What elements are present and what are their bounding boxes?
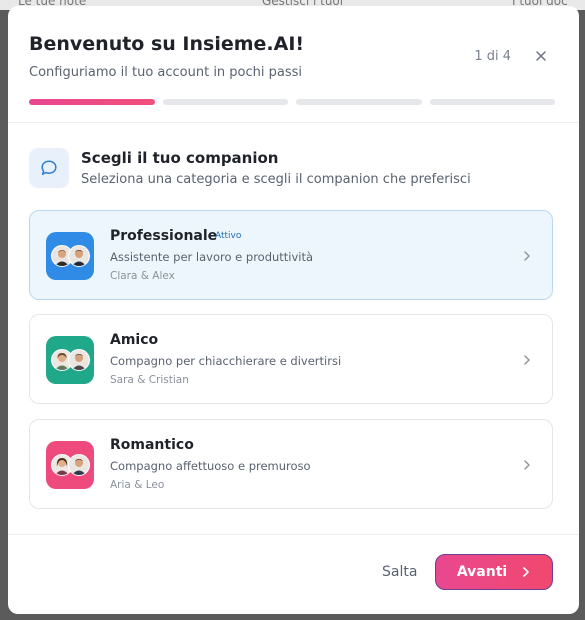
progress-step: [429, 99, 555, 105]
progress-step: [296, 99, 422, 105]
close-icon: [536, 51, 546, 61]
progress-bar: [29, 99, 555, 105]
category-name: Professionale: [110, 228, 218, 244]
progress-step: [29, 99, 155, 105]
onboarding-dialog: Benvenuto su Insieme.AI! Configuriamo il…: [8, 6, 579, 614]
companion-names: Sara & Cristian: [110, 374, 189, 386]
avatar: [68, 349, 90, 371]
category-name: Amico: [110, 332, 159, 348]
progress-step: [162, 99, 288, 105]
category-name: Romantico: [110, 437, 194, 453]
avatar-tile: [46, 336, 94, 384]
category-description: Compagno per chiacchierare e divertirsi: [110, 354, 342, 368]
companion-names: Clara & Alex: [110, 270, 175, 282]
section-icon: [29, 148, 69, 188]
dialog-header: Benvenuto su Insieme.AI! Configuriamo il…: [8, 6, 579, 123]
dialog-subtitle: Configuriamo il tuo account in pochi pas…: [29, 65, 303, 80]
chevron-right-icon: [523, 567, 529, 577]
avatar-tile: [46, 232, 94, 280]
category-card-amico[interactable]: Amico Compagno per chiacchierare e diver…: [29, 314, 553, 404]
chat-bubble-icon: [41, 160, 57, 175]
close-button[interactable]: [533, 48, 549, 64]
avatar: [68, 454, 90, 476]
category-card-romantico[interactable]: Romantico Compagno affettuoso e premuros…: [29, 419, 553, 509]
chevron-right-icon: [524, 355, 530, 365]
chevron-right-icon: [524, 460, 530, 470]
skip-button[interactable]: Salta: [376, 563, 423, 581]
section-header: Scegli il tuo companion Seleziona una ca…: [29, 148, 559, 190]
avatar-pair: [51, 245, 90, 267]
category-description: Compagno affettuoso e premuroso: [110, 459, 311, 473]
next-button[interactable]: Avanti: [435, 554, 553, 590]
next-button-label: Avanti: [456, 564, 508, 580]
avatar-tile: [46, 441, 94, 489]
status-badge: Attivo: [215, 231, 242, 241]
section-title: Scegli il tuo companion: [81, 149, 279, 167]
avatar-pair: [51, 349, 90, 371]
section-subtitle: Seleziona una categoria e scegli il comp…: [81, 172, 471, 187]
category-card-professionale[interactable]: Professionale Attivo Assistente per lavo…: [29, 210, 553, 300]
dialog-title: Benvenuto su Insieme.AI!: [29, 33, 305, 55]
step-counter: 1 di 4: [474, 49, 511, 64]
category-description: Assistente per lavoro e produttività: [110, 250, 314, 264]
companion-names: Aria & Leo: [110, 479, 165, 491]
avatar-pair: [51, 454, 90, 476]
chevron-right-icon: [524, 251, 530, 261]
dialog-footer: Salta Avanti: [8, 534, 579, 614]
avatar: [68, 245, 90, 267]
